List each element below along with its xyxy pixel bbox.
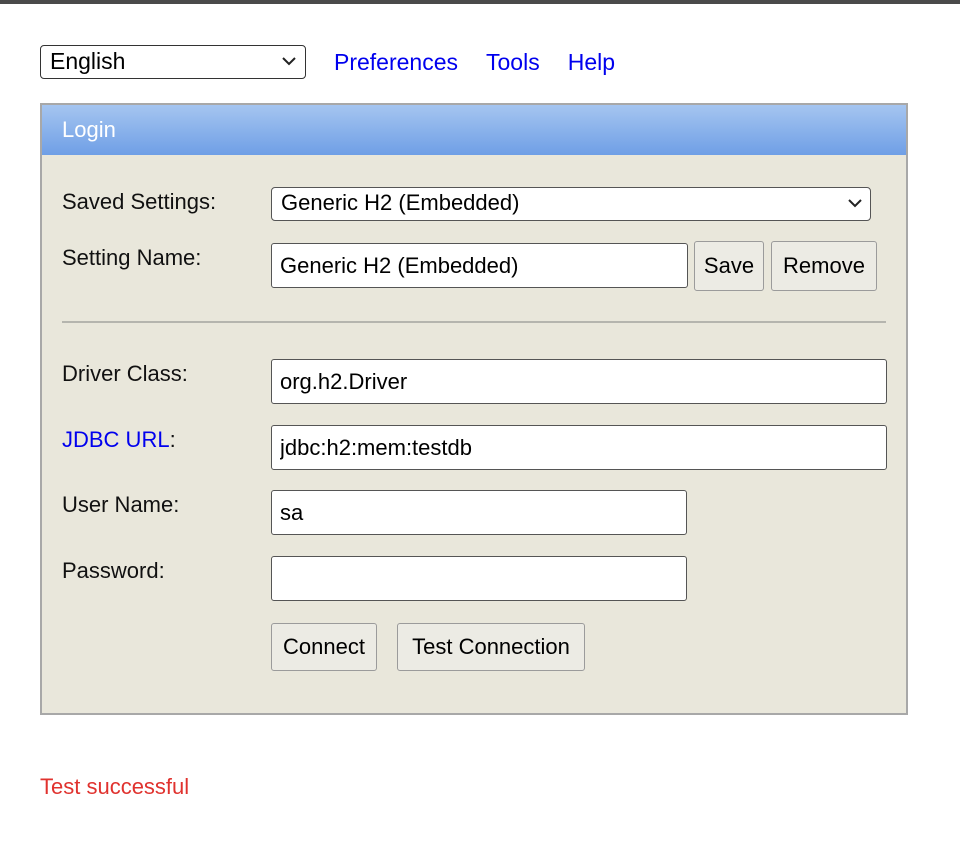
jdbc-url-input[interactable]: [271, 425, 887, 470]
language-select-value: English: [50, 48, 126, 74]
window-top-border: [0, 0, 960, 4]
driver-class-label: Driver Class:: [62, 361, 188, 386]
preferences-link[interactable]: Preferences: [334, 49, 458, 76]
status-message: Test successful: [40, 774, 190, 799]
language-select[interactable]: English: [40, 45, 306, 79]
chevron-down-icon: [848, 199, 862, 208]
password-label: Password:: [62, 558, 165, 583]
remove-button[interactable]: Remove: [771, 241, 877, 291]
save-button[interactable]: Save: [694, 241, 764, 291]
jdbc-url-label: JDBC URL:: [62, 427, 176, 453]
setting-name-input[interactable]: [271, 243, 688, 288]
help-link[interactable]: Help: [568, 49, 615, 76]
saved-settings-value: Generic H2 (Embedded): [281, 190, 520, 215]
saved-settings-label: Saved Settings:: [62, 189, 217, 214]
saved-settings-select[interactable]: Generic H2 (Embedded): [271, 187, 871, 221]
driver-class-input[interactable]: [271, 359, 887, 404]
test-connection-button[interactable]: Test Connection: [397, 623, 585, 671]
setting-name-label: Setting Name:: [62, 245, 202, 270]
user-name-input[interactable]: [271, 490, 687, 535]
top-toolbar: English Preferences Tools Help: [40, 44, 615, 80]
chevron-down-icon: [282, 57, 296, 66]
connect-button[interactable]: Connect: [271, 623, 377, 671]
tools-link[interactable]: Tools: [486, 49, 540, 76]
password-input[interactable]: [271, 556, 687, 601]
user-name-label: User Name:: [62, 492, 180, 517]
login-panel-title: Login: [42, 105, 906, 155]
login-panel: Login Saved Settings: Generic H2 (Embedd…: [40, 103, 908, 715]
jdbc-url-colon: :: [169, 427, 176, 452]
section-divider: [62, 321, 886, 323]
jdbc-url-help-link[interactable]: JDBC URL: [62, 427, 170, 452]
